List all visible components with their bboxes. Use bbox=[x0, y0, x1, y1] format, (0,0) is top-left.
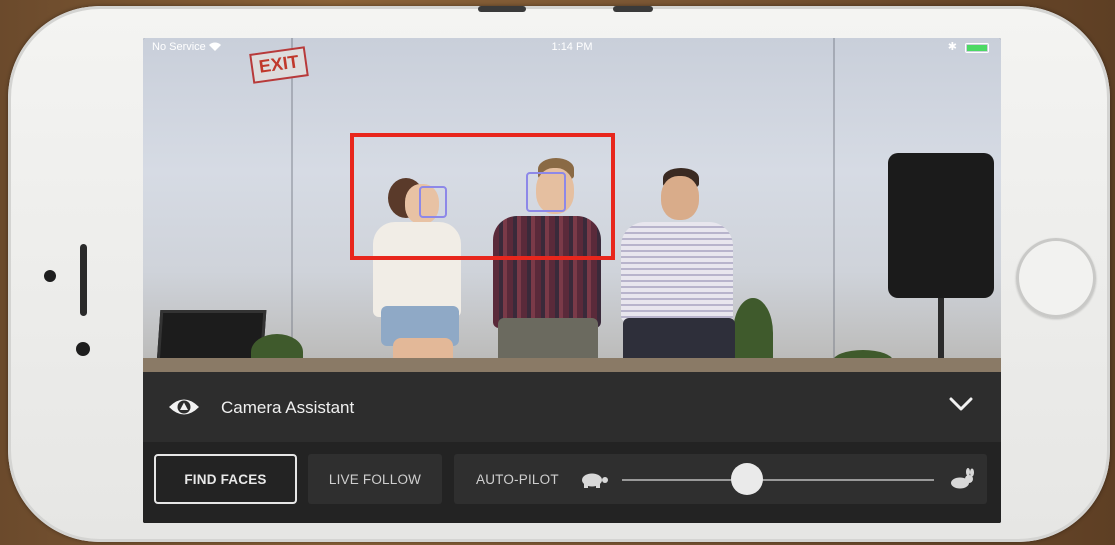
highlight-annotation-box bbox=[350, 133, 615, 260]
camera-feed: EXIT No Service 1:14 PM ✱ bbox=[143, 38, 1001, 372]
wall-seam bbox=[291, 38, 293, 372]
person-face bbox=[661, 176, 699, 220]
phone-frame: EXIT No Service 1:14 PM ✱ Camera Assista… bbox=[8, 6, 1110, 542]
person-shirt bbox=[621, 222, 733, 322]
wall-seam bbox=[833, 38, 835, 372]
proximity-sensor bbox=[44, 270, 56, 282]
live-follow-button[interactable]: LIVE FOLLOW bbox=[308, 454, 442, 504]
eye-icon bbox=[169, 399, 199, 415]
front-camera bbox=[76, 342, 90, 356]
status-time: 1:14 PM bbox=[551, 41, 593, 53]
pa-speaker bbox=[888, 153, 994, 298]
phone-screen: EXIT No Service 1:14 PM ✱ Camera Assista… bbox=[143, 38, 1001, 523]
camera-assistant-bar[interactable]: Camera Assistant bbox=[143, 372, 1001, 442]
turtle-icon bbox=[582, 473, 608, 488]
speed-slider-track[interactable] bbox=[622, 479, 934, 481]
floor bbox=[143, 358, 1001, 372]
auto-pilot-label: AUTO-PILOT bbox=[476, 471, 559, 487]
status-bar: No Service 1:14 PM ✱ bbox=[143, 38, 1001, 56]
home-button[interactable] bbox=[1016, 238, 1096, 318]
controls-bar: FIND FACES LIVE FOLLOW AUTO-PILOT bbox=[143, 442, 1001, 523]
speed-slider-thumb[interactable] bbox=[730, 463, 763, 495]
auto-pilot-control[interactable]: AUTO-PILOT bbox=[454, 454, 987, 504]
chevron-down-icon[interactable] bbox=[949, 396, 973, 412]
bluetooth-icon: ✱ bbox=[947, 41, 957, 53]
earpiece-speaker bbox=[80, 244, 87, 316]
phone-top-button bbox=[478, 6, 526, 12]
find-faces-button[interactable]: FIND FACES bbox=[154, 454, 297, 504]
rabbit-icon bbox=[951, 468, 974, 489]
phone-top-button bbox=[613, 6, 653, 12]
assistant-title: Camera Assistant bbox=[221, 398, 355, 417]
battery-icon bbox=[965, 43, 989, 53]
